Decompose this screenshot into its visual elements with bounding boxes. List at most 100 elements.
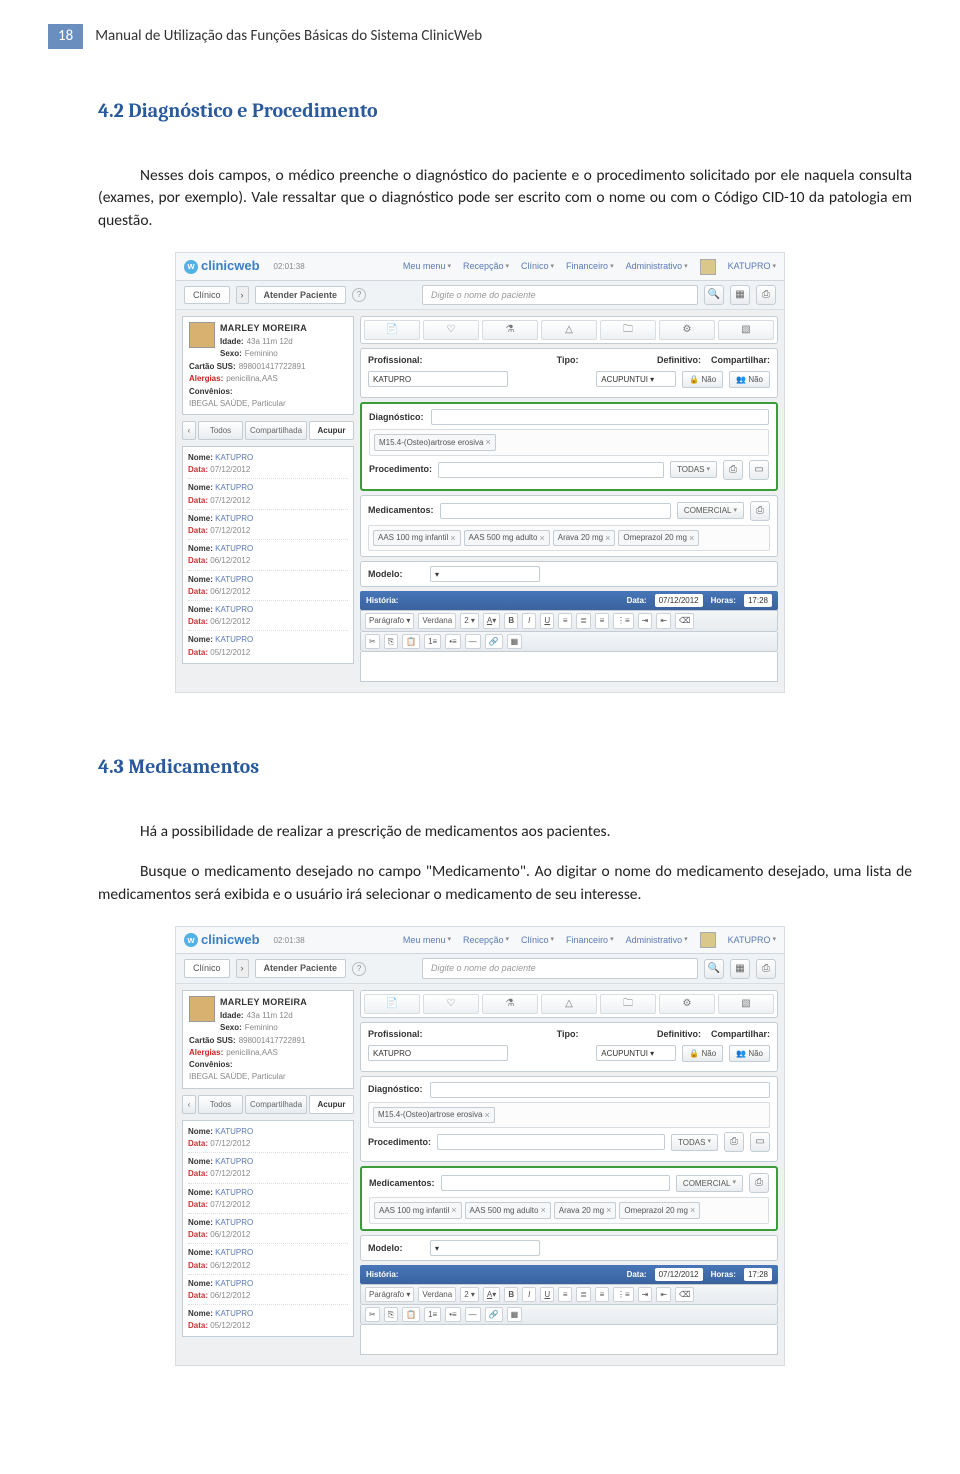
- toolbar-warn-icon[interactable]: △: [541, 320, 597, 340]
- diagnostico-chip[interactable]: M15.4-(Osteo)artrose erosiva ×: [373, 1107, 495, 1124]
- top-menu-item[interactable]: Clínico ▾: [521, 260, 554, 273]
- print-icon[interactable]: ⎙: [750, 501, 770, 521]
- top-menu-item[interactable]: Clínico ▾: [521, 934, 554, 947]
- close-icon[interactable]: ×: [539, 532, 544, 545]
- paragraph-select[interactable]: Parágrafo ▾: [365, 1287, 414, 1302]
- top-menu-item[interactable]: Meu menu ▾: [403, 260, 451, 273]
- breadcrumb-atender[interactable]: Atender Paciente: [255, 959, 347, 978]
- toolbar-chart-icon[interactable]: ▧: [718, 320, 774, 340]
- toolbar-chart-icon[interactable]: ▧: [718, 994, 774, 1014]
- close-icon[interactable]: ×: [540, 1204, 545, 1217]
- list-icon[interactable]: ▦: [730, 285, 750, 305]
- help-icon[interactable]: ?: [352, 962, 366, 976]
- paragraph-select[interactable]: Parágrafo ▾: [365, 613, 414, 628]
- font-select[interactable]: Verdana: [418, 613, 456, 628]
- print-icon[interactable]: ⎙: [723, 460, 743, 480]
- medication-chip[interactable]: AAS 100 mg infantil ×: [374, 1202, 462, 1219]
- tab-compartilhada[interactable]: Compartilhada: [245, 421, 307, 440]
- user-menu[interactable]: KATUPRO ▾: [728, 260, 776, 273]
- diagnostico-input[interactable]: [430, 1082, 770, 1098]
- list-icon[interactable]: ▦: [730, 959, 750, 979]
- tipo-select[interactable]: ACUPUNTUI ▾: [596, 1045, 676, 1061]
- editor-bold-button[interactable]: B: [504, 1287, 518, 1302]
- editor-link-icon[interactable]: 🔗: [485, 1307, 503, 1322]
- profissional-select[interactable]: KATUPRO: [368, 1045, 508, 1061]
- procedimento-todas-select[interactable]: TODAS ▾: [670, 461, 717, 478]
- app-logo[interactable]: wclinicweb: [184, 931, 260, 949]
- top-menu-item[interactable]: Recepção ▾: [463, 260, 509, 273]
- toolbar-flask-icon[interactable]: ⚗: [482, 994, 538, 1014]
- medicamentos-input[interactable]: [440, 503, 671, 519]
- top-menu-item[interactable]: Meu menu ▾: [403, 934, 451, 947]
- editor-align-center-icon[interactable]: ≣: [576, 613, 591, 628]
- history-entry[interactable]: Nome: KATUPRO Data: 06/12/2012: [188, 1275, 348, 1305]
- editor-paste-icon[interactable]: 📋: [402, 1307, 420, 1322]
- medication-chip[interactable]: Arava 20 mg ×: [553, 530, 616, 547]
- history-entry[interactable]: Nome: KATUPRO Data: 06/12/2012: [188, 1244, 348, 1274]
- tab-prev-button[interactable]: ‹: [182, 421, 196, 440]
- help-icon[interactable]: ?: [352, 288, 366, 302]
- patient-search-input[interactable]: Digite o nome do paciente: [422, 285, 698, 306]
- print-icon[interactable]: ⎙: [724, 1132, 744, 1152]
- top-menu-item[interactable]: Administrativo ▾: [626, 260, 688, 273]
- close-icon[interactable]: ×: [605, 532, 610, 545]
- definitivo-nao-button[interactable]: 🔒 Não: [682, 371, 723, 388]
- search-icon[interactable]: 🔍: [704, 285, 724, 305]
- history-entry[interactable]: Nome: KATUPRO Data: 07/12/2012: [188, 1184, 348, 1214]
- tab-todos[interactable]: Todos: [198, 1095, 243, 1114]
- close-icon[interactable]: ×: [485, 436, 490, 449]
- editor-outdent-icon[interactable]: ⇤: [656, 613, 671, 628]
- editor-align-right-icon[interactable]: ≡: [595, 613, 609, 628]
- editor-outdent-icon[interactable]: ⇤: [656, 1287, 671, 1302]
- font-select[interactable]: Verdana: [418, 1287, 456, 1302]
- medicamentos-comercial-select[interactable]: COMERCIAL ▾: [676, 1175, 743, 1192]
- editor-align-left-icon[interactable]: ≡: [558, 1287, 572, 1302]
- top-menu-item[interactable]: Financeiro ▾: [566, 260, 614, 273]
- editor-clear-icon[interactable]: ⌫: [675, 613, 694, 628]
- close-icon[interactable]: ×: [450, 532, 455, 545]
- editor-hr-icon[interactable]: —: [465, 1307, 481, 1322]
- print-icon[interactable]: ⎙: [749, 1173, 769, 1193]
- toolbar-doc-icon[interactable]: 📄: [364, 320, 420, 340]
- tipo-select[interactable]: ACUPUNTUI ▾: [596, 371, 676, 387]
- history-entry[interactable]: Nome: KATUPRO Data: 07/12/2012: [188, 510, 348, 540]
- user-menu[interactable]: KATUPRO ▾: [728, 934, 776, 947]
- editor-copy-icon[interactable]: ⎘: [384, 634, 398, 649]
- compartilhar-nao-button[interactable]: 👥 Não: [729, 1045, 770, 1062]
- print-icon[interactable]: ⎙: [756, 285, 776, 305]
- editor-ol-icon[interactable]: 1≡: [424, 634, 441, 649]
- history-entry[interactable]: Nome: KATUPRO Data: 06/12/2012: [188, 601, 348, 631]
- tab-prev-button[interactable]: ‹: [182, 1095, 196, 1114]
- history-entry[interactable]: Nome: KATUPRO Data: 06/12/2012: [188, 571, 348, 601]
- history-entry[interactable]: Nome: KATUPRO Data: 07/12/2012: [188, 449, 348, 479]
- editor-align-center-icon[interactable]: ≣: [576, 1287, 591, 1302]
- editor-cut-icon[interactable]: ✂: [365, 1307, 380, 1322]
- patient-search-input[interactable]: Digite o nome do paciente: [422, 958, 698, 979]
- editor-ul-icon[interactable]: •≡: [445, 634, 460, 649]
- close-icon[interactable]: ×: [484, 1109, 489, 1122]
- close-icon[interactable]: ×: [690, 1204, 695, 1217]
- editor-link-icon[interactable]: 🔗: [485, 634, 503, 649]
- editor-indent-icon[interactable]: ⇥: [638, 613, 653, 628]
- history-entry[interactable]: Nome: KATUPRO Data: 07/12/2012: [188, 479, 348, 509]
- breadcrumb-atender[interactable]: Atender Paciente: [255, 286, 347, 305]
- history-entry[interactable]: Nome: KATUPRO Data: 06/12/2012: [188, 1214, 348, 1244]
- historia-editor-body[interactable]: [360, 1325, 778, 1355]
- editor-copy-icon[interactable]: ⎘: [384, 1307, 398, 1322]
- diagnostico-chip[interactable]: M15.4-(Osteo)artrose erosiva ×: [374, 434, 496, 451]
- definitivo-nao-button[interactable]: 🔒 Não: [682, 1045, 723, 1062]
- medication-chip[interactable]: AAS 500 mg adulto ×: [464, 530, 550, 547]
- medicamentos-input[interactable]: [441, 1175, 670, 1191]
- toolbar-cog-icon[interactable]: ⚙: [659, 994, 715, 1014]
- avatar[interactable]: [700, 259, 716, 275]
- editor-font-color-icon[interactable]: A▾: [483, 1287, 500, 1302]
- historia-date-input[interactable]: 07/12/2012: [655, 594, 703, 607]
- tab-acupuntura[interactable]: Acupur: [309, 421, 354, 440]
- editor-table-icon[interactable]: ▦: [507, 1307, 523, 1322]
- toolbar-heart-icon[interactable]: ♡: [423, 994, 479, 1014]
- editor-cut-icon[interactable]: ✂: [365, 634, 380, 649]
- top-menu-item[interactable]: Recepção ▾: [463, 934, 509, 947]
- editor-indent-icon[interactable]: ⇥: [638, 1287, 653, 1302]
- breadcrumb-clinico[interactable]: Clínico: [184, 286, 230, 305]
- doc-icon[interactable]: ▭: [749, 460, 769, 480]
